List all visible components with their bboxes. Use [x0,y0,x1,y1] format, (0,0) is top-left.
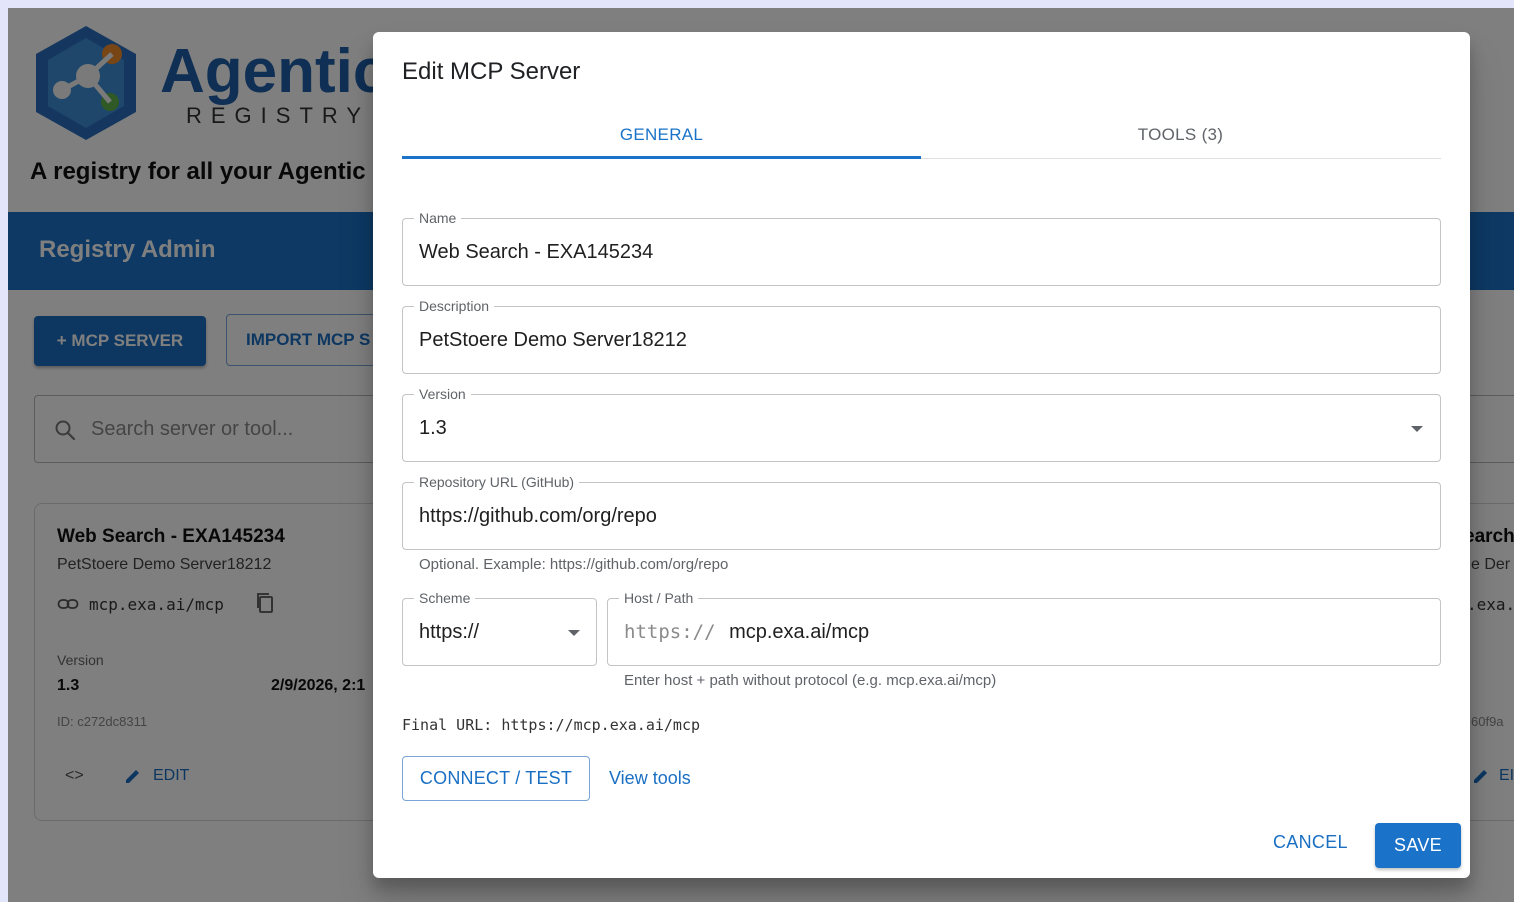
tab-general[interactable]: GENERAL [402,112,921,158]
host-path-field[interactable]: Host / Path https:// mcp.exa.ai/mcp [607,588,1441,666]
repository-url-label: Repository URL (GitHub) [414,472,580,492]
dialog-title: Edit MCP Server [402,58,581,85]
scheme-select-label: Scheme [414,588,476,608]
name-field[interactable]: Name Web Search - EXA145234 [402,208,1441,286]
host-path-prefix: https:// [624,621,716,643]
version-select-value: 1.3 [419,417,447,439]
host-path-helper: Enter host + path without protocol (e.g.… [624,672,997,689]
repository-url-helper: Optional. Example: https://github.com/or… [419,556,729,573]
description-field[interactable]: Description PetStoere Demo Server18212 [402,296,1441,374]
name-field-label: Name [414,208,462,228]
description-field-label: Description [414,296,495,316]
view-tools-button[interactable]: View tools [609,768,691,789]
version-select-label: Version [414,384,471,404]
repository-url-value: https://github.com/org/repo [419,505,657,527]
final-url-text: Final URL: https://mcp.exa.ai/mcp [402,716,701,734]
host-path-content: https:// mcp.exa.ai/mcp [624,621,869,644]
edit-server-dialog: Edit MCP Server GENERAL TOOLS (3) Name W… [373,32,1470,878]
scheme-select[interactable]: Scheme https:// [402,588,597,666]
description-field-value: PetStoere Demo Server18212 [419,329,687,351]
scheme-select-value: https:// [419,621,480,643]
tab-bar: GENERAL TOOLS (3) [402,112,1441,159]
host-path-label: Host / Path [619,588,699,608]
tab-tools[interactable]: TOOLS (3) [921,112,1440,158]
dropdown-caret-icon [568,630,580,636]
tab-indicator [402,156,921,159]
repository-url-field[interactable]: Repository URL (GitHub) https://github.c… [402,472,1441,550]
dropdown-caret-icon [1411,426,1423,432]
version-select[interactable]: Version 1.3 [402,384,1441,462]
save-button[interactable]: SAVE [1375,823,1461,868]
name-field-value: Web Search - EXA145234 [419,241,654,263]
connect-test-button[interactable]: CONNECT / TEST [402,756,590,801]
cancel-button[interactable]: CANCEL [1273,832,1348,853]
host-path-value: mcp.exa.ai/mcp [729,621,870,643]
